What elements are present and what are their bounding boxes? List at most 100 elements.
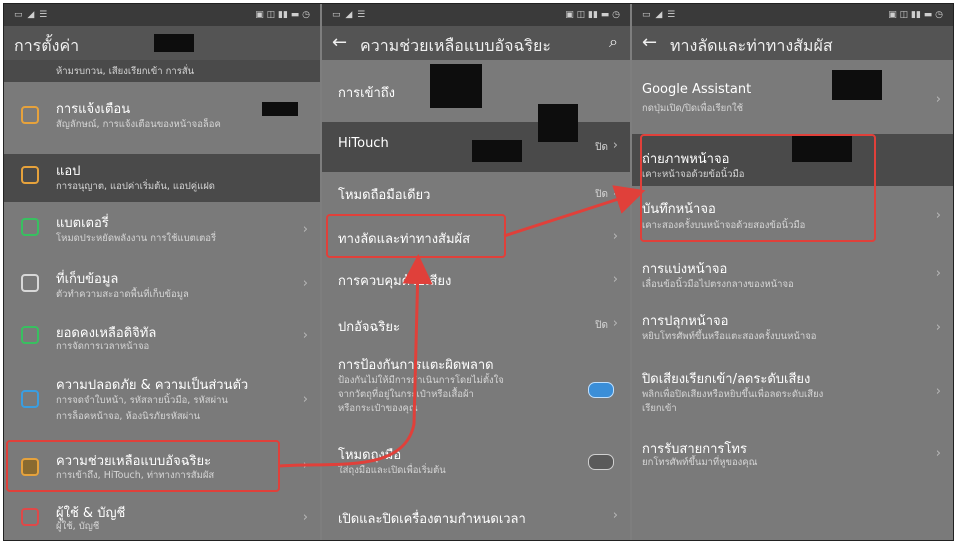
toggle-switch-on[interactable] (588, 382, 614, 398)
redaction-block (154, 34, 194, 52)
item-title: ปิดเสียงเรียกเข้า/ลดระดับเสียง (642, 372, 811, 387)
settings-item-battery[interactable]: แบตเตอรี่ โหมดประหยัดพลังงาน การใช้แบตเต… (4, 202, 320, 260)
item-accidental-touch-prevention[interactable]: การป้องกันการแตะผิดพลาด ป้องกันไม่ให้มีก… (322, 348, 630, 430)
chevron-right-icon: › (935, 320, 941, 335)
item-title: Google Assistant (642, 82, 752, 97)
settings-item-sound[interactable]: ห้ามรบกวน, เสียงเรียกเข้า การสั่น (4, 60, 320, 82)
back-arrow-icon[interactable]: ← (642, 32, 657, 53)
item-title: โหมดถุงมือ (338, 448, 402, 463)
shortcuts-header: ← ทางลัดและท่าทางสัมผัส (632, 26, 953, 60)
redaction-block (832, 70, 882, 100)
item-google-assistant[interactable]: Google Assistant กดปุ่มเปิด/ปิดเพื่อเรีย… (632, 60, 953, 130)
item-subtitle-line2: จากวัตถุที่อยู่ในกระเป๋าหรือเสื้อผ้า (338, 389, 474, 400)
item-subtitle: หยิบโทรศัพท์ขึ้นหรือแตะสองครั้งบนหน้าจอ (642, 331, 817, 342)
screenshot-frame: ▭ ◢ ☰ ▣ ◫ ▮▮ ▬ ◷ การตั้งค่า ห้ามรบกวน, เส… (3, 3, 954, 541)
chevron-right-icon: › (302, 328, 308, 343)
chevron-right-icon: › (612, 508, 618, 523)
item-subtitle: กดปุ่มเปิด/ปิดเพื่อเรียกใช้ (642, 103, 744, 114)
toggle-switch-off[interactable] (588, 454, 614, 470)
smart-assistance-panel: ▭ ◢ ☰ ▣ ◫ ▮▮ ▬ ◷ ← ความช่วยเหลือแบบอัจฉริ… (322, 4, 630, 540)
chevron-right-icon: › (302, 510, 308, 525)
item-subtitle-line3: หรือกระเป๋าของคุณ (338, 403, 418, 414)
page-title: ทางลัดและท่าทางสัมผัส (670, 36, 833, 55)
redaction-block (538, 104, 578, 142)
chevron-right-icon: › (612, 316, 618, 331)
chevron-right-icon: › (612, 272, 618, 287)
item-title: เปิดและปิดเครื่องตามกำหนดเวลา (338, 512, 526, 527)
item-one-hand-mode[interactable]: โหมดถือมือเดียว ปิด › (322, 172, 630, 212)
item-wake-screen[interactable]: การปลุกหน้าจอ หยิบโทรศัพท์ขึ้นหรือแตะสอง… (632, 302, 953, 356)
item-subtitle: การอนุญาต, แอปค่าเริ่มต้น, แอปคู่แฝด (56, 181, 215, 192)
settings-item-security-privacy[interactable]: ความปลอดภัย & ความเป็นส่วนตัว การจดจำใบห… (4, 364, 320, 438)
item-subtitle-line2: การล็อคหน้าจอ, ห้องนิรภัยรหัสผ่าน (56, 411, 201, 422)
item-scheduled-power[interactable]: เปิดและปิดเครื่องตามกำหนดเวลา › (322, 492, 630, 540)
chevron-right-icon: › (935, 208, 941, 223)
item-title: ปกอัจฉริยะ (338, 320, 400, 335)
item-title: การป้องกันการแตะผิดพลาด (338, 358, 494, 373)
item-smart-cover[interactable]: ปกอัจฉริยะ ปิด › (322, 302, 630, 348)
storage-icon (21, 274, 39, 292)
item-title: การควบคุมด้วยเสียง (338, 274, 452, 289)
settings-item-apps[interactable]: แอป การอนุญาต, แอปค่าเริ่มต้น, แอปคู่แฝด (4, 154, 320, 202)
settings-item-users-accounts[interactable]: ผู้ใช้ & บัญชี ผู้ใช้, บัญชี › (4, 494, 320, 540)
status-bar: ▭ ◢ ☰ ▣ ◫ ▮▮ ▬ ◷ (632, 4, 953, 26)
page-title: การตั้งค่า (14, 36, 80, 55)
item-title: HiTouch (338, 136, 389, 151)
item-title: ความปลอดภัย & ความเป็นส่วนตัว (56, 378, 249, 393)
settings-panel: ▭ ◢ ☰ ▣ ◫ ▮▮ ▬ ◷ การตั้งค่า ห้ามรบกวน, เส… (4, 4, 320, 540)
search-icon[interactable]: ⌕ (609, 32, 618, 52)
highlight-box (326, 214, 506, 258)
item-subtitle: การจัดการเวลาหน้าจอ (56, 341, 150, 352)
item-subtitle: เลื่อนข้อนิ้วมือไปตรงกลางของหน้าจอ (642, 279, 794, 290)
settings-item-storage[interactable]: ที่เก็บข้อมูล ตัวทำความสะอาดพื้นที่เก็บข… (4, 260, 320, 310)
redaction-block (472, 140, 522, 162)
status-bar: ▭ ◢ ☰ ▣ ◫ ▮▮ ▬ ◷ (322, 4, 630, 26)
item-subtitle: พลิกเพื่อปิดเสียงหรือหยิบขึ้นเพื่อลดระดั… (642, 389, 824, 400)
item-mute-ringtone[interactable]: ปิดเสียงเรียกเข้า/ลดระดับเสียง พลิกเพื่อ… (632, 358, 953, 428)
item-voice-control[interactable]: การควบคุมด้วยเสียง › (322, 260, 630, 302)
item-subtitle: ยกโทรศัพท์ขึ้นมาที่หูของคุณ (642, 457, 758, 468)
item-value: ปิด (595, 320, 608, 331)
shortcuts-gestures-panel: ▭ ◢ ☰ ▣ ◫ ▮▮ ▬ ◷ ← ทางลัดและท่าทางสัมผัส … (632, 4, 953, 540)
chevron-right-icon: › (935, 384, 941, 399)
item-title: การเข้าถึง (338, 86, 396, 101)
chevron-right-icon: › (302, 276, 308, 291)
item-title: แอป (56, 164, 81, 179)
item-subtitle: โหมดประหยัดพลังงาน การใช้แบตเตอรี่ (56, 233, 217, 244)
user-icon (21, 508, 39, 526)
chevron-right-icon: › (612, 229, 618, 244)
page-title: ความช่วยเหลือแบบอัจฉริยะ (360, 36, 551, 55)
item-subtitle: สัญลักษณ์, การแจ้งเตือนของหน้าจอล็อค (56, 119, 221, 130)
item-glove-mode[interactable]: โหมดถุงมือ ใส่ถุงมือและเปิดเพื่อเริ่มต้น (322, 434, 630, 490)
item-answer-calls[interactable]: การรับสายการโทร ยกโทรศัพท์ขึ้นมาที่หูของ… (632, 430, 953, 482)
item-value: ปิด (595, 189, 608, 200)
chevron-right-icon: › (302, 458, 308, 473)
chevron-right-icon: › (302, 222, 308, 237)
settings-item-digital-balance[interactable]: ยอดคงเหลือดิจิทัล การจัดการเวลาหน้าจอ › (4, 310, 320, 362)
item-title: ที่เก็บข้อมูล (56, 272, 119, 287)
item-subtitle: ตัวทำความสะอาดพื้นที่เก็บข้อมูล (56, 289, 189, 300)
smart-assistance-header: ← ความช่วยเหลือแบบอัจฉริยะ ⌕ (322, 26, 630, 60)
chevron-right-icon: › (935, 446, 941, 461)
chevron-right-icon: › (935, 92, 941, 107)
item-split-screen[interactable]: การแบ่งหน้าจอ เลื่อนข้อนิ้วมือไปตรงกลางข… (632, 250, 953, 302)
chevron-right-icon: › (935, 266, 941, 281)
item-title: การแจ้งเตือน (56, 102, 131, 117)
bell-icon (21, 106, 39, 124)
redaction-block (430, 64, 482, 108)
apps-icon (21, 166, 39, 184)
settings-item-notifications[interactable]: การแจ้งเตือน สัญลักษณ์, การแจ้งเตือนของห… (4, 84, 320, 154)
item-subtitle: ป้องกันไม่ให้มีการดำเนินการโดยไม่ตั้งใจ (338, 375, 504, 386)
chevron-right-icon: › (302, 392, 308, 407)
item-subtitle: การจดจำใบหน้า, รหัสลายนิ้วมือ, รหัสผ่าน (56, 395, 228, 406)
status-bar: ▭ ◢ ☰ ▣ ◫ ▮▮ ▬ ◷ (4, 4, 320, 26)
item-subtitle: ผู้ใช้, บัญชี (56, 521, 100, 532)
chevron-right-icon: › (612, 185, 618, 200)
chevron-right-icon: › (612, 138, 618, 153)
redaction-block (262, 102, 298, 116)
item-subtitle-line2: เรียกเข้า (642, 403, 677, 414)
item-title: โหมดถือมือเดียว (338, 188, 431, 203)
item-title: แบตเตอรี่ (56, 216, 109, 231)
back-arrow-icon[interactable]: ← (332, 32, 347, 53)
highlight-box (6, 440, 280, 492)
